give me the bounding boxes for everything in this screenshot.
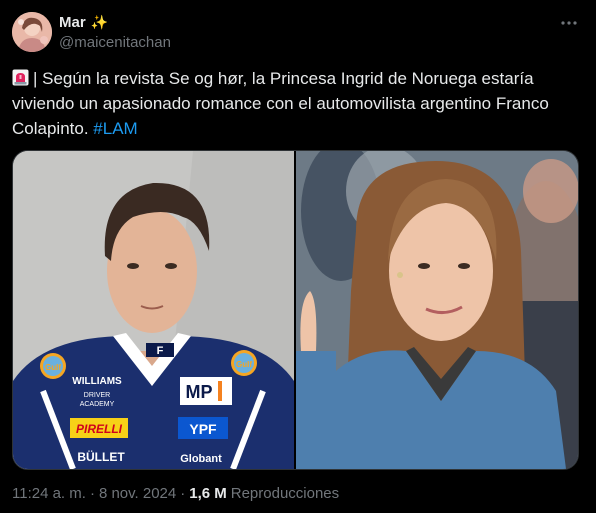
tweet-date[interactable]: 8 nov. 2024 [99,485,176,502]
sparkles-icon: ✨ [90,14,109,30]
williams-logo: WILLIAMS [72,376,122,387]
tweet: Mar ✨ @maicenitachan | Según la revista … [0,0,596,513]
meta-separator: · [89,485,95,502]
mp-logo: MP [186,382,213,402]
name-row: Mar ✨ [59,12,108,32]
media-grid[interactable]: Gulf Gulf F WILLIAMS DRIVER ACADEMY MP P… [12,150,579,470]
views-label: Reproducciones [230,485,340,502]
gulf-logo-left: Gulf [45,363,61,372]
more-icon [561,21,577,25]
tweet-time[interactable]: 11:24 a. m. [12,485,86,502]
gulf-logo-right: Gulf [236,360,252,369]
globant-logo: Globant [180,453,222,465]
pirelli-logo: PIRELLI [76,422,123,436]
photo-driver[interactable]: Gulf Gulf F WILLIAMS DRIVER ACADEMY MP P… [13,151,294,469]
driver-academy-line1: DRIVER [84,392,110,399]
police-light-icon [12,69,29,86]
bullet-logo: BÜLLET [77,449,125,464]
ypf-logo: YPF [189,421,217,437]
user-avatar[interactable] [12,12,52,52]
views-count: 1,6 M [189,485,227,502]
driver-academy-line2: ACADEMY [80,401,115,408]
tweet-text: | Según la revista Se og hør, la Princes… [12,66,580,141]
hashtag-link[interactable]: #LAM [93,119,137,138]
user-handle[interactable]: @maicenitachan [59,34,171,51]
display-name[interactable]: Mar [59,14,86,31]
meta-separator: · [180,485,186,502]
photo-princess[interactable] [296,151,578,469]
more-options-button[interactable] [558,12,580,34]
tweet-meta: 11:24 a. m. · 8 nov. 2024 · 1,6 M Reprod… [12,485,339,502]
f-logo: F [157,345,164,357]
